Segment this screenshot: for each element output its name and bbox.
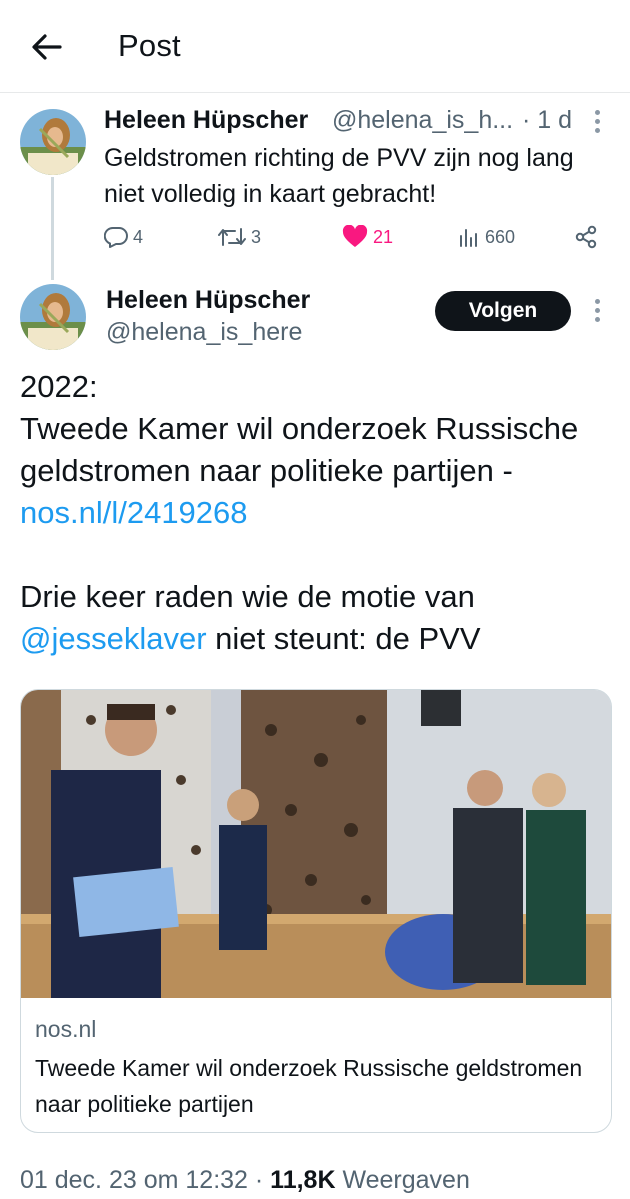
more-options-icon[interactable] xyxy=(593,110,601,136)
repost-count: 3 xyxy=(251,226,262,247)
author-name[interactable]: Heleen Hüpscher xyxy=(104,106,308,135)
post-body-line: Drie keer raden wie de motie van @jessek… xyxy=(20,576,612,660)
share-button[interactable] xyxy=(574,222,598,252)
repost-button[interactable]: 3 xyxy=(218,222,261,252)
views-label: Weergaven xyxy=(335,1166,470,1194)
card-title: Tweede Kamer wil onderzoek Russische gel… xyxy=(35,1055,583,1117)
action-bar: 4 3 21 660 xyxy=(104,222,604,252)
views-button[interactable]: 660 xyxy=(458,222,515,252)
more-options-icon[interactable] xyxy=(593,299,601,325)
reply-button[interactable]: 4 xyxy=(104,222,143,252)
heart-icon xyxy=(342,225,368,247)
like-count: 21 xyxy=(373,226,394,247)
views-icon xyxy=(460,229,477,247)
thread-connector xyxy=(51,177,54,280)
card-image xyxy=(21,690,611,998)
page-title: Post xyxy=(118,28,181,63)
author-handle[interactable]: @helena_is_h... xyxy=(332,106,513,135)
author-handle[interactable]: @helena_is_here xyxy=(106,318,302,347)
view-total: 11,8K xyxy=(270,1166,336,1194)
article-link[interactable]: nos.nl/l/2419268 xyxy=(20,495,248,530)
top-bar: Post xyxy=(0,0,630,93)
post-body-line: 2022: xyxy=(20,369,98,404)
link-preview-card[interactable]: nos.nl Tweede Kamer wil onderzoek Russis… xyxy=(20,689,612,1133)
post-body-text: Drie keer raden wie de motie van xyxy=(20,579,475,614)
back-arrow-icon[interactable] xyxy=(30,30,64,64)
author-name[interactable]: Heleen Hüpscher xyxy=(106,286,310,315)
share-icon xyxy=(575,225,597,249)
card-domain: nos.nl xyxy=(35,1016,97,1042)
reply-icon xyxy=(104,226,128,248)
post-timestamp[interactable]: 01 dec. 23 om 12:32 xyxy=(20,1166,248,1194)
post-body: 2022: Tweede Kamer wil onderzoek Russisc… xyxy=(20,366,612,660)
follow-button[interactable]: Volgen xyxy=(435,291,571,331)
post-body-line: Tweede Kamer wil onderzoek Russische gel… xyxy=(20,408,612,534)
post-text: Geldstromen richting de PVV zijn nog lan… xyxy=(104,144,574,208)
mention-link[interactable]: @jesseklaver xyxy=(20,621,207,656)
meta-separator: · xyxy=(247,1166,271,1194)
post-body-text: niet steunt: de PVV xyxy=(206,621,481,656)
like-button[interactable]: 21 xyxy=(342,222,393,252)
avatar[interactable] xyxy=(20,284,86,350)
avatar[interactable] xyxy=(20,109,86,175)
post-body-text: Tweede Kamer wil onderzoek Russische gel… xyxy=(20,411,579,488)
post-time[interactable]: · 1 d xyxy=(522,106,572,135)
repost-icon xyxy=(218,228,246,246)
reply-count: 4 xyxy=(133,226,144,247)
view-count: 660 xyxy=(485,226,516,247)
post-metadata: 01 dec. 23 om 12:32 · 11,8K Weergaven xyxy=(20,1166,470,1195)
